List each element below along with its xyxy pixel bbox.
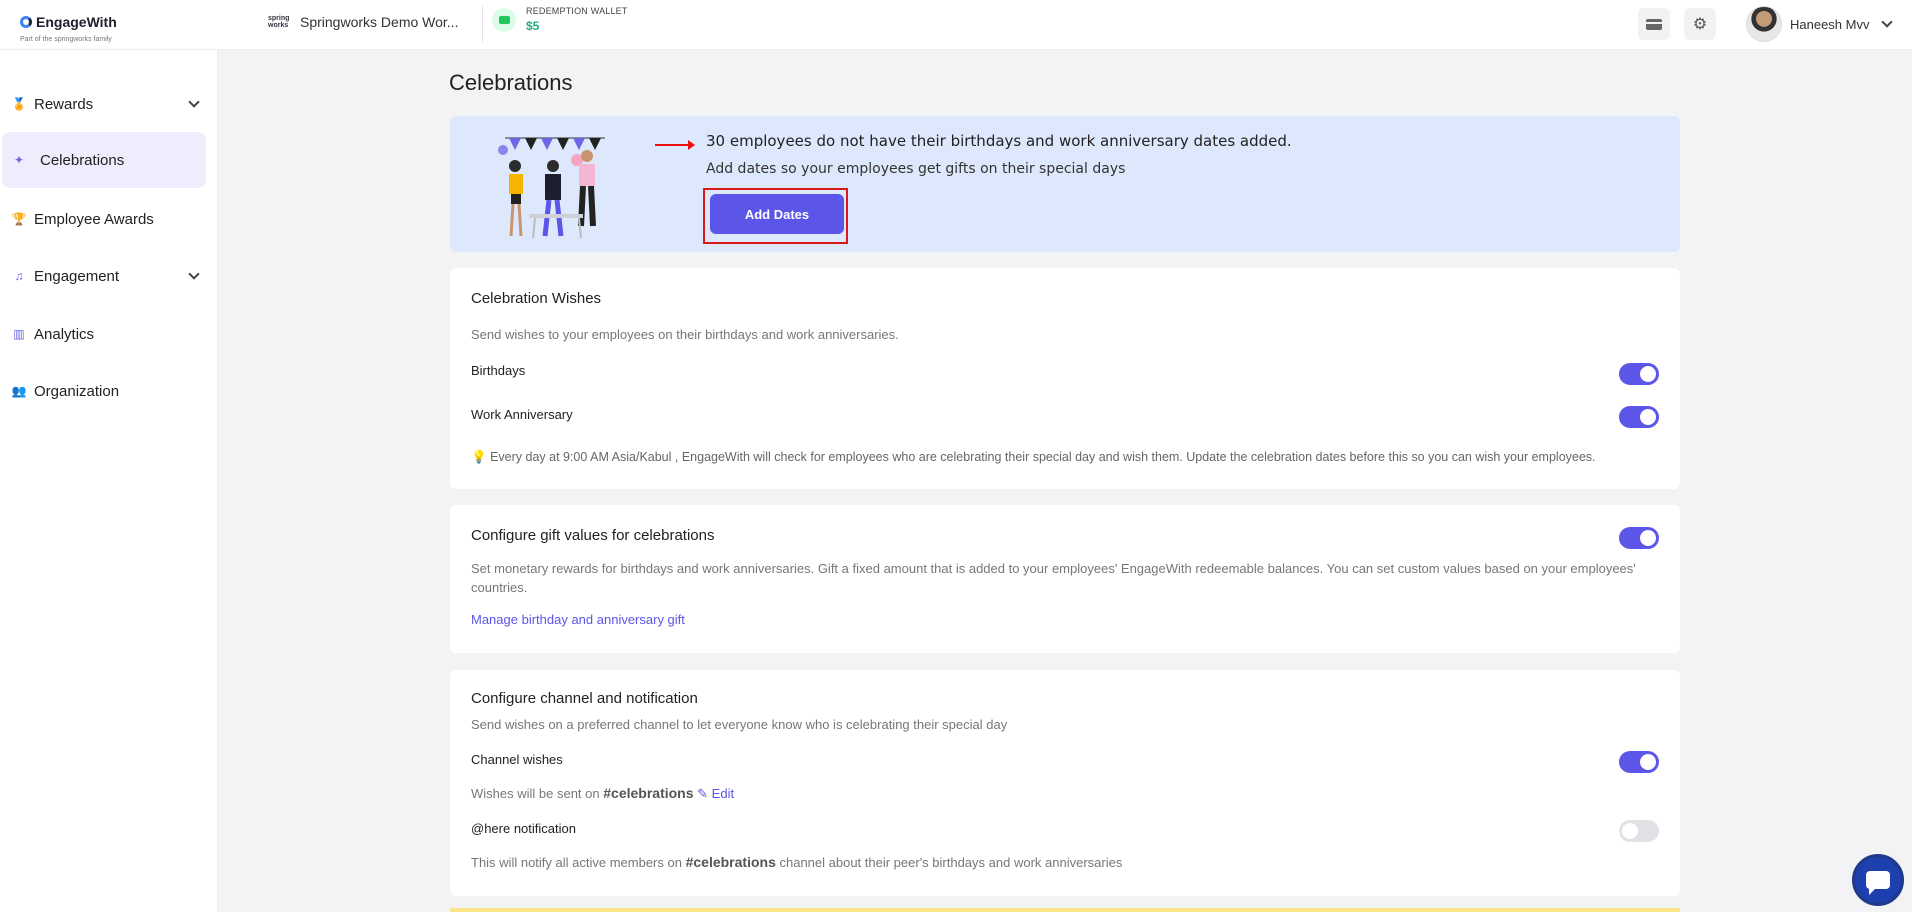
- sidebar-item-employee-awards[interactable]: 🏆 Employee Awards: [2, 191, 206, 247]
- here-notification-description: This will notify all active members on #…: [471, 854, 1123, 870]
- brand-name: EngageWith: [36, 14, 117, 30]
- people-icon: 👥: [11, 384, 27, 398]
- pencil-icon: ✎: [697, 786, 709, 801]
- party-popper-icon: ✦: [13, 153, 25, 167]
- chat-support-button[interactable]: [1852, 854, 1904, 906]
- card-description: Set monetary rewards for birthdays and w…: [471, 561, 1636, 595]
- medal-icon: 🏅: [11, 97, 27, 111]
- divider: [482, 6, 483, 42]
- banner-subtitle: Add dates so your employees get gifts on…: [706, 161, 1126, 177]
- user-menu[interactable]: Haneesh Mvv: [1746, 6, 1894, 42]
- brand-tagline: Part of the springworks family: [20, 36, 112, 43]
- sidebar-item-label: Analytics: [34, 325, 95, 343]
- channel-wishes-toggle[interactable]: [1619, 751, 1659, 773]
- billing-button[interactable]: [1638, 8, 1670, 40]
- card-title: Configure channel and notification: [471, 690, 698, 707]
- work-anniversary-toggle[interactable]: [1619, 406, 1659, 428]
- wallet-label: REDEMPTION WALLET: [526, 6, 628, 16]
- sidebar-item-organization[interactable]: 👥 Organization: [2, 363, 206, 419]
- wallet-icon: [492, 7, 516, 32]
- engagewith-logo-icon: [20, 16, 32, 28]
- banner-title: 30 employees do not have their birthdays…: [706, 132, 1292, 150]
- chevron-down-icon: [188, 268, 200, 280]
- sidebar-item-label: Celebrations: [40, 151, 125, 169]
- gift-values-toggle[interactable]: [1619, 527, 1659, 549]
- sidebar-item-label: Engagement: [34, 267, 120, 285]
- sidebar-item-rewards[interactable]: 🏅 Rewards: [2, 76, 206, 132]
- chevron-down-icon: [1881, 16, 1894, 28]
- celebration-illustration: [498, 137, 605, 239]
- gear-icon: ⚙: [1692, 16, 1708, 33]
- next-card-edge: [450, 908, 1680, 912]
- card-title: Configure gift values for celebrations: [471, 527, 715, 544]
- sidebar-item-engagement[interactable]: ♫ Engagement: [2, 248, 206, 304]
- user-name: Haneesh Mvv: [1790, 16, 1870, 32]
- channel-name: #celebrations: [603, 785, 694, 801]
- sidebar: 🏅 Rewards ✦ Celebrations 🏆 Employee Awar…: [0, 50, 218, 912]
- credit-card-icon: [1646, 18, 1662, 30]
- wish-schedule-note: 💡 Every day at 9:00 AM Asia/Kabul , Enga…: [471, 450, 1596, 464]
- redemption-wallet[interactable]: REDEMPTION WALLET $5: [492, 6, 628, 33]
- sidebar-item-label: Rewards: [34, 95, 94, 113]
- manage-gift-link[interactable]: Manage birthday and anniversary gift: [471, 612, 685, 627]
- sidebar-item-analytics[interactable]: ▥ Analytics: [2, 306, 206, 362]
- engagewith-logo[interactable]: EngageWith Part of the springworks famil…: [20, 14, 117, 43]
- workspace-switcher[interactable]: spring works Springworks Demo Wor...: [268, 14, 458, 30]
- sidebar-item-celebrations[interactable]: ✦ Celebrations: [2, 132, 206, 188]
- sidebar-item-label: Employee Awards: [34, 210, 154, 228]
- arrow-right-icon: [655, 140, 695, 150]
- highlight-outline: Add Dates: [703, 188, 848, 244]
- card-description: Send wishes on a preferred channel to le…: [471, 717, 1008, 732]
- engagement-icon: ♫: [14, 269, 24, 283]
- missing-dates-banner: 30 employees do not have their birthdays…: [450, 116, 1680, 252]
- springworks-logo-icon: spring works: [268, 15, 290, 29]
- sidebar-item-label: Organization: [34, 382, 120, 400]
- channel-target-text: Wishes will be sent on #celebrations ✎ E…: [471, 785, 735, 801]
- chat-bubble-icon: [1866, 871, 1890, 895]
- trophy-icon: 🏆: [11, 212, 27, 226]
- add-dates-button[interactable]: Add Dates: [710, 194, 844, 234]
- here-notification-toggle[interactable]: [1619, 820, 1659, 842]
- work-anniversary-label: Work Anniversary: [471, 407, 573, 422]
- birthdays-toggle[interactable]: [1619, 363, 1659, 385]
- page-title: Celebrations: [449, 70, 573, 95]
- card-title: Celebration Wishes: [471, 290, 602, 307]
- channel-wishes-label: Channel wishes: [471, 752, 563, 767]
- lightbulb-icon: 💡: [471, 450, 487, 464]
- gift-values-card: Configure gift values for celebrations S…: [450, 505, 1680, 653]
- avatar: [1746, 6, 1782, 42]
- wallet-amount: $5: [526, 19, 540, 33]
- card-description: Send wishes to your employees on their b…: [471, 327, 899, 342]
- channel-notification-card: Configure channel and notification Send …: [450, 670, 1680, 896]
- top-bar: EngageWith Part of the springworks famil…: [0, 0, 1912, 50]
- workspace-name: Springworks Demo Wor...: [300, 14, 459, 30]
- bar-chart-icon: ▥: [13, 327, 25, 341]
- chevron-down-icon: [188, 96, 200, 108]
- celebration-wishes-card: Celebration Wishes Send wishes to your e…: [450, 268, 1680, 489]
- edit-channel-button[interactable]: ✎ Edit: [697, 786, 734, 801]
- birthdays-label: Birthdays: [471, 363, 526, 378]
- here-notification-label: @here notification: [471, 821, 576, 836]
- settings-button[interactable]: ⚙: [1684, 8, 1716, 40]
